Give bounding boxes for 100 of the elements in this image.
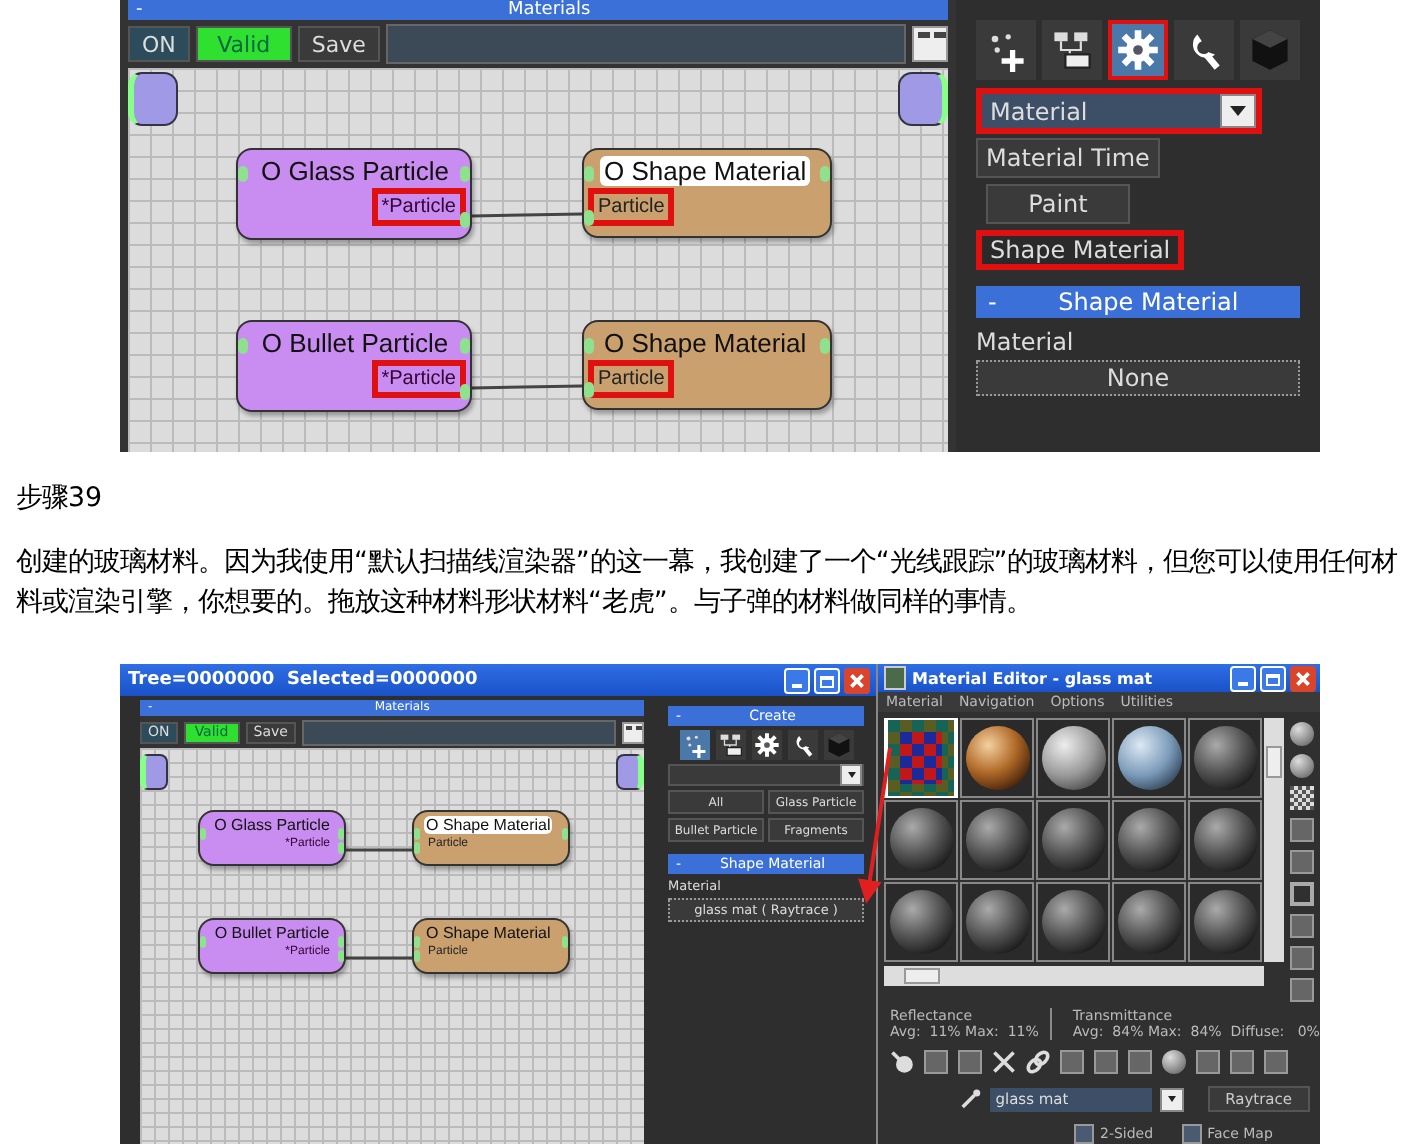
node-port: Particle [588, 188, 675, 226]
toolbar-button[interactable]: Save [297, 26, 380, 62]
link-icon[interactable] [1026, 1050, 1050, 1074]
sphere-preview [888, 720, 954, 796]
sphere-preview [1193, 726, 1257, 790]
sphere-preview [1041, 726, 1105, 790]
sphere-preview [965, 808, 1029, 872]
film-icon[interactable] [1290, 882, 1314, 906]
node-port: *Particle [371, 360, 466, 398]
tab-button[interactable] [679, 730, 709, 760]
material-slot[interactable] [1036, 800, 1110, 880]
window-title: Material Editor - glass mat [912, 669, 1155, 687]
particle-node[interactable]: O Glass Particle *Particle [236, 148, 472, 240]
node-title: O Bullet Particle [259, 328, 451, 358]
node-title: O Shape Material [602, 328, 809, 358]
connector-line [471, 212, 583, 218]
sphere-preview [965, 890, 1029, 954]
cube-icon [1248, 28, 1292, 72]
sphere-preview [1117, 890, 1181, 954]
grid-icon[interactable] [912, 26, 948, 62]
panel-button[interactable]: Material Time [976, 138, 1160, 178]
material-label: Material [976, 328, 1074, 356]
close-icon[interactable] [1290, 665, 1316, 691]
checkbox[interactable] [1074, 1124, 1094, 1144]
material-slot[interactable] [884, 882, 958, 962]
minimize-icon[interactable] [784, 667, 810, 693]
delete-icon[interactable] [992, 1050, 1016, 1074]
sphere-icon[interactable] [1290, 754, 1314, 778]
gear-icon [753, 732, 779, 758]
material-slot[interactable] [1188, 718, 1262, 798]
material-node[interactable]: O Shape Material Particle [582, 148, 832, 238]
node-title: O Shape Material [424, 816, 553, 834]
node-title: O Glass Particle [212, 816, 332, 834]
node-title: O Shape Material [600, 156, 811, 186]
maximize-icon[interactable] [814, 667, 840, 693]
sphere-preview [965, 726, 1029, 790]
material-slot[interactable] [960, 800, 1034, 880]
sphere-icon[interactable] [1162, 1050, 1186, 1074]
material-slot[interactable] [1036, 882, 1110, 962]
sphere-preview [1193, 890, 1257, 954]
network-icon [717, 732, 743, 758]
material-slot[interactable] [960, 718, 1034, 798]
material-slot[interactable] [1188, 800, 1262, 880]
tab-button[interactable] [1174, 20, 1234, 80]
scrollbar[interactable] [884, 966, 1264, 986]
material-slot[interactable] [1112, 800, 1186, 880]
sphere-icon[interactable] [1290, 722, 1314, 746]
material-slot[interactable] [884, 800, 958, 880]
rollout-header[interactable]: - Materials [128, 0, 948, 20]
output-node[interactable] [898, 72, 948, 126]
dropdown[interactable] [668, 764, 864, 786]
window-title: Tree=0000000 Selected=0000000 [128, 670, 478, 690]
input-field[interactable] [301, 719, 616, 745]
dropper-icon[interactable] [890, 1050, 914, 1074]
dropdown-value: Material [990, 97, 1088, 125]
material-node[interactable]: O Shape Material Particle [582, 320, 832, 410]
app-icon [884, 666, 906, 690]
collapse-sign: - [988, 286, 997, 318]
network-icon [1050, 28, 1094, 72]
sphere-preview [1041, 808, 1105, 872]
input-node[interactable] [140, 754, 168, 790]
toolbar-button[interactable]: Valid [195, 26, 292, 62]
node-title: O Shape Material [424, 924, 553, 942]
material-slot[interactable] [1188, 882, 1262, 962]
checkbox[interactable] [1181, 1124, 1202, 1144]
input-node[interactable] [128, 72, 178, 126]
cube-icon [825, 732, 851, 758]
material-slot[interactable] [1112, 718, 1186, 798]
rollout-title: Shape Material [1056, 286, 1241, 318]
sphere-preview [1117, 808, 1181, 872]
connector-line [471, 384, 583, 390]
output-node[interactable] [616, 754, 644, 790]
panel-button[interactable]: Shape Material [976, 230, 1185, 270]
maximize-icon[interactable] [1260, 665, 1286, 691]
tab-button[interactable] [787, 730, 817, 760]
tab-button[interactable] [715, 730, 745, 760]
material-slot[interactable] [1112, 882, 1186, 962]
dropdown[interactable]: Material [976, 88, 1262, 134]
sphere-preview [1193, 808, 1257, 872]
grid-icon[interactable] [622, 721, 644, 743]
particle-node[interactable]: O Bullet Particle *Particle [236, 320, 472, 412]
eyedropper-icon[interactable] [958, 1087, 982, 1111]
node-port: Particle [588, 360, 675, 398]
gear-icon [1116, 28, 1160, 72]
material-button[interactable]: None [976, 360, 1300, 396]
material-slot[interactable] [960, 882, 1034, 962]
sparkle-plus-icon [681, 732, 707, 758]
minimize-icon[interactable] [1230, 665, 1256, 691]
checker-icon[interactable] [1290, 786, 1314, 810]
toolbar-button[interactable]: ON [128, 26, 190, 62]
tab-button[interactable] [976, 20, 1036, 80]
paragraph: 创建的玻璃材料。因为我使用“默认扫描线渲染器”的这一幕，我创建了一个“光线跟踪”的玻璃材料，但您可以使用任何材料或渲染引擎，你想要的。拖放这种材料形状材料“老虎”。与子弹的材料做同样的事情。 [16, 545, 1400, 622]
rollout-header[interactable]: - Shape Material [976, 286, 1300, 318]
close-icon[interactable] [844, 667, 870, 693]
material-slot[interactable] [1036, 718, 1110, 798]
sphere-preview [889, 808, 953, 872]
panel-button[interactable]: Paint [986, 184, 1130, 224]
scrollbar[interactable] [1264, 718, 1284, 962]
tab-button[interactable] [1042, 20, 1102, 80]
input-field[interactable] [385, 24, 906, 64]
